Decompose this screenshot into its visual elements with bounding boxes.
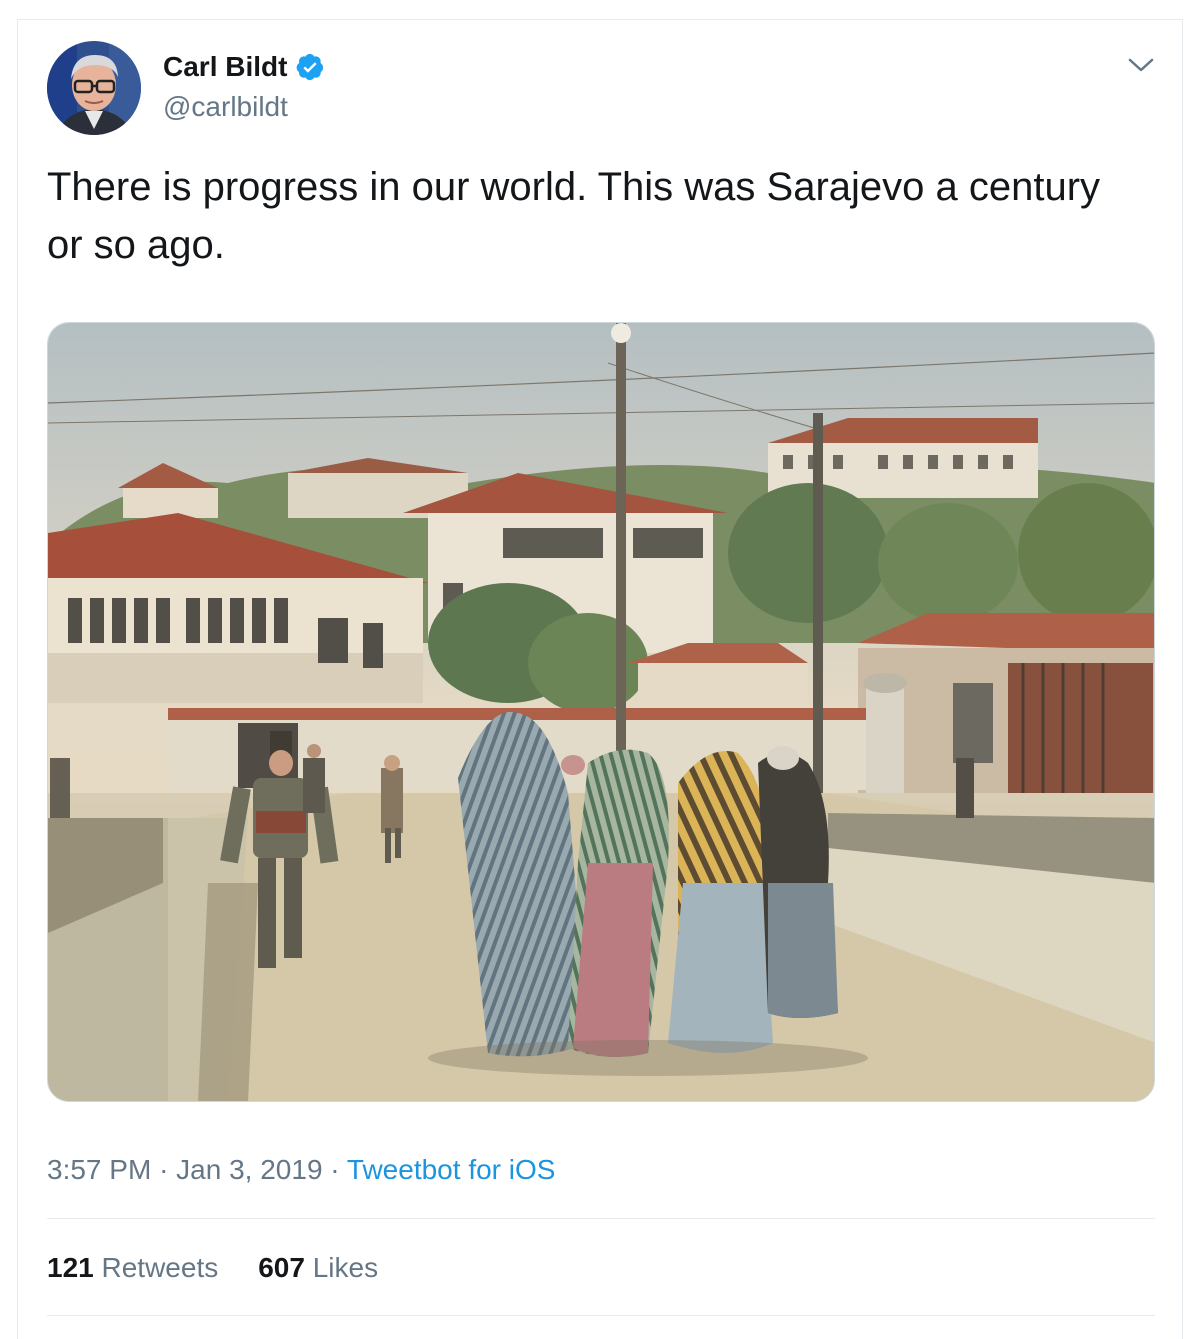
tweet-stats: 121 Retweets 607 Likes [47, 1248, 378, 1288]
avatar-image [47, 41, 141, 135]
divider [47, 1218, 1155, 1219]
tweet-photo[interactable] [47, 322, 1155, 1102]
likes-stat[interactable]: 607 Likes [258, 1248, 378, 1288]
author-avatar[interactable] [47, 41, 141, 135]
likes-label: Likes [312, 1252, 379, 1283]
author-name-link[interactable]: Carl Bildt [163, 50, 325, 84]
tweet-meta: 3:57 PM · Jan 3, 2019 · Tweetbot for iOS [47, 1150, 555, 1190]
tweet-date[interactable]: Jan 3, 2019 [176, 1154, 322, 1185]
author-handle[interactable]: @carlbildt [163, 89, 288, 125]
retweets-stat[interactable]: 121 Retweets [47, 1248, 218, 1288]
divider [47, 1315, 1155, 1316]
chevron-down-icon [1128, 58, 1154, 72]
tweet-time[interactable]: 3:57 PM [47, 1154, 151, 1185]
retweets-count: 121 [47, 1252, 94, 1283]
tweet-menu-button[interactable] [1124, 48, 1158, 82]
tweet-text: There is progress in our world. This was… [47, 165, 1101, 267]
verified-badge-icon [297, 53, 324, 81]
sarajevo-postcard-image [48, 323, 1154, 1101]
meta-separator: · [159, 1154, 169, 1185]
tweet-source-link[interactable]: Tweetbot for iOS [347, 1154, 556, 1185]
meta-separator: · [330, 1154, 340, 1185]
likes-count: 607 [258, 1252, 305, 1283]
retweets-label: Retweets [101, 1252, 219, 1283]
author-name: Carl Bildt [163, 51, 288, 82]
